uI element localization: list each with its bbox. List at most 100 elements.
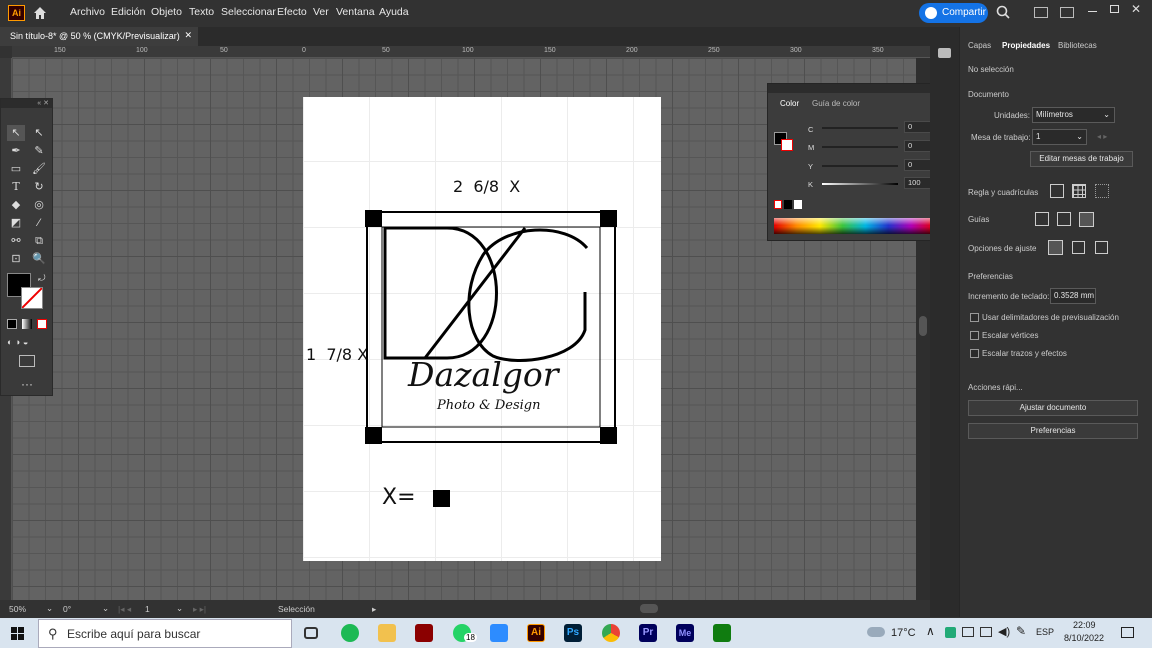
edit-artboards-button[interactable]: Editar mesas de trabajo <box>1030 151 1133 167</box>
search-icon[interactable] <box>996 5 1010 19</box>
pixel-grid-icon[interactable] <box>1095 184 1109 198</box>
zoom-icon[interactable] <box>490 624 508 642</box>
minimize-icon[interactable] <box>1088 11 1097 12</box>
zoom-dropdown-icon[interactable]: ⌄ <box>46 603 53 614</box>
color-spectrum[interactable] <box>774 218 934 234</box>
artboard-tool-icon[interactable]: ⊡ <box>7 251 25 267</box>
brand-tagline[interactable]: Photo & Design <box>437 398 540 413</box>
swap-fill-stroke-icon[interactable]: ⤾ <box>38 273 46 284</box>
horizontal-ruler[interactable]: 150 100 50 0 50 100 150 200 250 300 350 <box>12 46 930 58</box>
document-tab[interactable]: Sin título-8* @ 50 % (CMYK/Previsualizar… <box>0 27 198 46</box>
photoshop-taskbar-icon[interactable]: Ps <box>564 624 582 642</box>
yellow-slider[interactable] <box>822 165 898 167</box>
tray-chevron-icon[interactable]: ∧ <box>926 624 935 638</box>
brand-name[interactable]: Dazalgor <box>408 355 559 394</box>
scroll-thumb[interactable] <box>919 316 927 336</box>
black-value-input[interactable]: 100 <box>904 177 932 189</box>
artboard-dropdown-icon[interactable]: ⌄ <box>176 603 183 614</box>
chrome-icon[interactable] <box>602 624 620 642</box>
notifications-icon[interactable] <box>1121 627 1134 638</box>
unit-annotation[interactable]: X= <box>382 485 416 510</box>
rulers-icon[interactable] <box>1050 184 1064 198</box>
pen-tool-icon[interactable]: ✒ <box>7 143 25 159</box>
cyan-slider[interactable] <box>822 127 898 129</box>
language-indicator[interactable]: ESP <box>1036 627 1054 637</box>
unit-square[interactable] <box>433 490 450 507</box>
weather-icon[interactable] <box>867 627 885 637</box>
rotation-dropdown-icon[interactable]: ⌄ <box>102 603 109 614</box>
tab-color[interactable]: Color <box>780 99 799 108</box>
stroke-swatch[interactable] <box>21 287 43 309</box>
menu-efecto[interactable]: Efecto <box>277 6 307 18</box>
gradient-mode-icon[interactable] <box>22 319 32 329</box>
units-dropdown[interactable]: Milímetros ⌄ <box>1032 107 1115 123</box>
snap-to-pixel-icon[interactable] <box>1072 241 1085 254</box>
tab-properties[interactable]: Propiedades <box>1002 41 1050 50</box>
menu-texto[interactable]: Texto <box>189 6 214 18</box>
warp-tool-icon[interactable]: ◎ <box>30 197 48 213</box>
lock-guides-icon[interactable] <box>1057 212 1071 226</box>
arrange-documents-icon[interactable] <box>1034 7 1048 18</box>
black-slider[interactable] <box>822 183 898 185</box>
menu-archivo[interactable]: Archivo <box>70 6 105 18</box>
clock-time[interactable]: 22:09 <box>1073 620 1096 630</box>
maximize-icon[interactable] <box>1110 5 1119 13</box>
yellow-value-input[interactable]: 0 <box>904 159 932 171</box>
fit-document-button[interactable]: Ajustar documento <box>968 400 1138 416</box>
eyedropper-tool-icon[interactable]: ⁄ <box>30 215 48 231</box>
tab-libraries[interactable]: Bibliotecas <box>1058 41 1097 50</box>
scale-corners-checkbox[interactable] <box>970 331 979 340</box>
black-swatch[interactable] <box>784 200 792 209</box>
cyan-value-input[interactable]: 0 <box>904 121 932 133</box>
red-app-icon[interactable] <box>415 624 433 642</box>
white-swatch[interactable] <box>794 200 802 209</box>
spotify-icon[interactable] <box>341 624 359 642</box>
rotate-tool-icon[interactable]: ↻ <box>30 179 48 195</box>
close-tab-icon[interactable]: ✕ <box>184 30 192 41</box>
height-annotation[interactable]: 1 7/8 X <box>306 345 368 364</box>
menu-ayuda[interactable]: Ayuda <box>379 6 409 18</box>
gradient-tool-icon[interactable]: ◩ <box>7 215 25 231</box>
none-swatch[interactable] <box>774 200 782 209</box>
grid-icon[interactable] <box>1072 184 1086 198</box>
comments-icon[interactable] <box>938 48 951 58</box>
magenta-slider[interactable] <box>822 146 898 148</box>
menu-ver[interactable]: Ver <box>313 6 329 18</box>
premiere-taskbar-icon[interactable]: Pr <box>639 624 657 642</box>
rotation-value[interactable]: 0° <box>63 604 71 614</box>
artboard-number[interactable]: 1 <box>145 604 150 614</box>
zoom-tool-icon[interactable]: 🔍 <box>30 251 48 267</box>
windows-start-icon[interactable] <box>11 627 24 640</box>
rectangle-tool-icon[interactable]: ▭ <box>7 161 25 177</box>
color-mode-icon[interactable] <box>7 319 17 329</box>
artboard-dropdown[interactable]: 1 ⌄ <box>1032 129 1087 145</box>
share-button[interactable]: Compartir <box>919 3 988 23</box>
illustrator-taskbar-icon[interactable]: Ai <box>527 624 545 642</box>
type-tool-icon[interactable]: T <box>7 179 25 195</box>
artboard-nav-prev-icon[interactable]: |◂ ◂ <box>118 604 131 615</box>
preferences-button[interactable]: Preferencias <box>968 423 1138 439</box>
menu-objeto[interactable]: Objeto <box>151 6 182 18</box>
volume-icon[interactable]: ◀) <box>998 625 1010 638</box>
magenta-value-input[interactable]: 0 <box>904 140 932 152</box>
pen-input-icon[interactable]: ✎ <box>1016 624 1026 638</box>
smart-guides-icon[interactable] <box>1079 212 1094 227</box>
menu-ventana[interactable]: Ventana <box>336 6 375 18</box>
taskbar-search-input[interactable]: ⚲ Escribe aquí para buscar <box>38 619 292 648</box>
weather-temp[interactable]: 17°C <box>891 627 916 639</box>
artboard-nav-icon[interactable]: ◂ ▸ <box>1097 132 1107 141</box>
horizontal-scroll-thumb[interactable] <box>640 604 658 613</box>
tab-layers[interactable]: Capas <box>968 41 991 50</box>
eraser-tool-icon[interactable]: ◆ <box>7 197 25 213</box>
show-guides-icon[interactable] <box>1035 212 1049 226</box>
clock-date[interactable]: 8/10/2022 <box>1064 633 1104 643</box>
media-encoder-taskbar-icon[interactable]: Me <box>676 624 694 642</box>
keyboard-increment-input[interactable]: 0.3528 mm <box>1050 288 1096 304</box>
panel-header[interactable]: « ✕ <box>768 84 946 93</box>
none-mode-icon[interactable] <box>37 319 47 329</box>
tab-color-guide[interactable]: Guía de color <box>812 99 860 108</box>
more-tools-icon[interactable]: ··· <box>21 377 33 391</box>
stroke-swatch[interactable] <box>781 139 793 151</box>
panel-header[interactable]: « ✕ <box>1 99 52 108</box>
snap-to-point-icon[interactable] <box>1048 240 1063 255</box>
